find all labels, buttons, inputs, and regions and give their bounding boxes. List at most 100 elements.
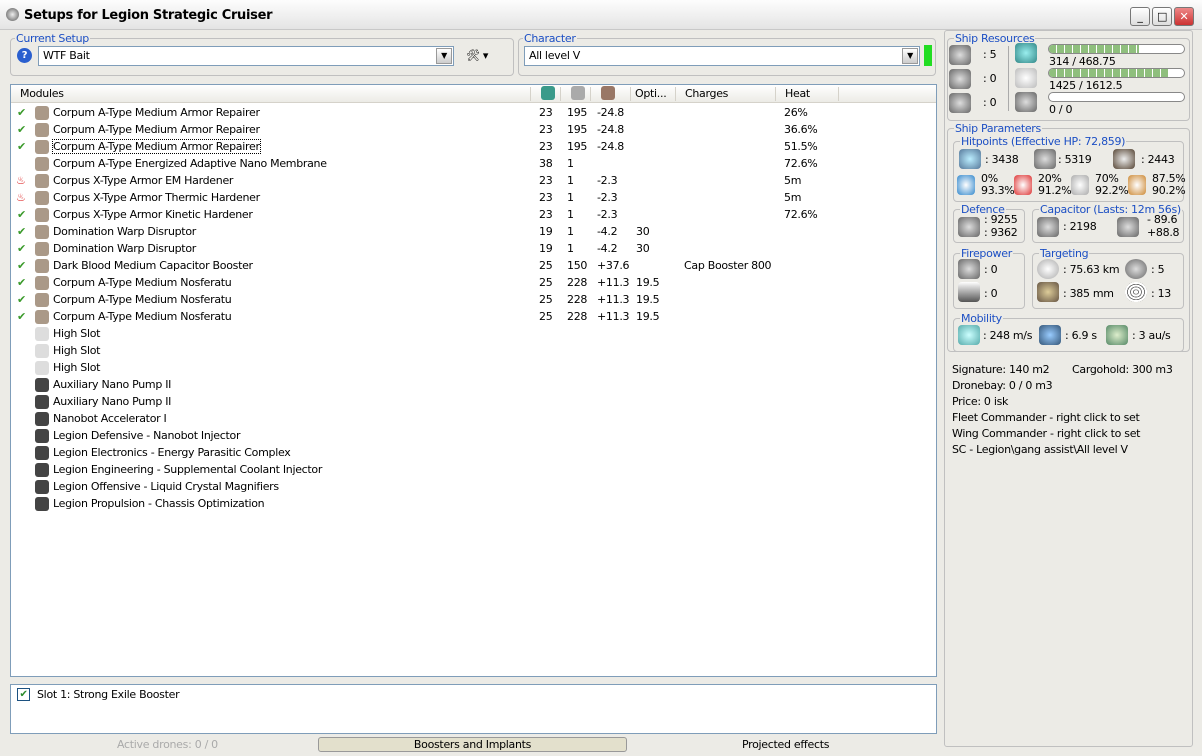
- module-row[interactable]: ♨ Corpus X-Type Armor EM Hardener 23 1 -2.3 5…: [11, 172, 936, 189]
- module-name: Nanobot Accelerator I: [53, 412, 167, 425]
- overheat-icon[interactable]: ♨: [16, 191, 26, 204]
- modules-list[interactable]: Modules Opti... Charges Heat ✔ Corpum A-T…: [10, 84, 937, 677]
- module-opt: 30: [636, 225, 650, 238]
- tab-active-drones[interactable]: Active drones: 0 / 0: [117, 738, 218, 751]
- module-name: Legion Electronics - Energy Parasitic Co…: [53, 446, 291, 459]
- module-icon: [35, 242, 49, 256]
- thermal-resist-icon: [1014, 175, 1032, 195]
- rig-count: : 0: [983, 96, 997, 109]
- turret-count: : 5: [983, 48, 997, 61]
- module-icon: [35, 191, 49, 205]
- module-name: Domination Warp Disruptor: [53, 242, 196, 255]
- module-icon: [35, 395, 49, 409]
- module-pg: 150: [567, 259, 588, 272]
- module-icon: [35, 344, 49, 358]
- warp-speed: : 3 au/s: [1132, 329, 1171, 342]
- booster-checkbox[interactable]: ✔: [17, 688, 30, 701]
- module-row[interactable]: High Slot: [11, 342, 936, 359]
- powergrid-icon: [1015, 68, 1037, 88]
- module-row[interactable]: ✔ Domination Warp Disruptor 19 1 -4.2 30: [11, 240, 936, 257]
- tab-boosters-implants[interactable]: Boosters and Implants: [318, 737, 627, 752]
- module-row[interactable]: ✔ Corpum A-Type Medium Armor Repairer 23 19…: [11, 138, 936, 155]
- explosive-resist-icon: [1128, 175, 1146, 195]
- maximize-button[interactable]: □: [1152, 7, 1172, 26]
- module-row[interactable]: ♨ Corpus X-Type Armor Thermic Hardener 23 1…: [11, 189, 936, 206]
- module-row[interactable]: Legion Electronics - Energy Parasitic Co…: [11, 444, 936, 461]
- setup-select[interactable]: WTF Bait ▼: [38, 46, 454, 66]
- ship-menu-button[interactable]: 🛠 ▾: [466, 49, 488, 62]
- header-cpu[interactable]: [531, 86, 561, 101]
- module-row[interactable]: ✔ Corpum A-Type Medium Nosferatu 25 228 +11.…: [11, 308, 936, 325]
- online-check-icon[interactable]: ✔: [17, 242, 26, 255]
- header-heat[interactable]: Heat: [776, 87, 839, 101]
- module-row[interactable]: Legion Propulsion - Chassis Optimization: [11, 495, 936, 512]
- wing-commander[interactable]: Wing Commander - right click to set: [952, 427, 1141, 440]
- module-heat: 26%: [784, 106, 808, 119]
- powergrid-value: 1425 / 1612.5: [1049, 79, 1123, 92]
- sensor-strength: : 13: [1151, 287, 1171, 300]
- module-row[interactable]: Legion Engineering - Supplemental Coolan…: [11, 461, 936, 478]
- online-check-icon[interactable]: ✔: [17, 208, 26, 221]
- online-check-icon[interactable]: ✔: [17, 140, 26, 153]
- online-check-icon[interactable]: ✔: [17, 276, 26, 289]
- online-check-icon[interactable]: ✔: [17, 225, 26, 238]
- module-row[interactable]: ✔ Domination Warp Disruptor 19 1 -4.2 30: [11, 223, 936, 240]
- module-row[interactable]: High Slot: [11, 359, 936, 376]
- module-row[interactable]: ✔ Corpum A-Type Medium Armor Repairer 23 19…: [11, 121, 936, 138]
- module-heat: 5m: [784, 191, 802, 204]
- header-modules[interactable]: Modules: [11, 87, 531, 101]
- armor-icon: [1034, 149, 1056, 169]
- header-capacitor[interactable]: [591, 86, 631, 101]
- module-pg: 1: [567, 225, 574, 238]
- module-name: Dark Blood Medium Capacitor Booster: [53, 259, 253, 272]
- module-row[interactable]: ✔ Corpum A-Type Medium Armor Repairer 23 19…: [11, 104, 936, 121]
- module-name: Corpum A-Type Energized Adaptive Nano Me…: [53, 157, 327, 170]
- online-check-icon[interactable]: ✔: [17, 123, 26, 136]
- module-row[interactable]: Auxiliary Nano Pump II: [11, 376, 936, 393]
- online-check-icon[interactable]: ✔: [17, 259, 26, 272]
- cpu-bar: [1048, 44, 1185, 54]
- module-icon: [35, 174, 49, 188]
- overheat-icon[interactable]: ♨: [16, 174, 26, 187]
- capacitor-icon: [1037, 217, 1059, 237]
- module-row[interactable]: Corpum A-Type Energized Adaptive Nano Me…: [11, 155, 936, 172]
- module-row[interactable]: Nanobot Accelerator I: [11, 410, 936, 427]
- close-button[interactable]: ✕: [1174, 7, 1194, 26]
- module-heat: 72.6%: [784, 208, 818, 221]
- module-pg: 228: [567, 293, 588, 306]
- calibration-value: 0 / 0: [1049, 103, 1073, 116]
- fleet-commander[interactable]: Fleet Commander - right click to set: [952, 411, 1140, 424]
- turret-hardpoint-icon: [949, 45, 971, 65]
- header-optimal[interactable]: Opti...: [631, 87, 676, 101]
- defence-value-2: : 9362: [984, 226, 1018, 239]
- module-row[interactable]: Auxiliary Nano Pump II: [11, 393, 936, 410]
- character-select[interactable]: All level V ▼: [524, 46, 920, 66]
- chevron-down-icon[interactable]: ▼: [902, 48, 918, 64]
- module-icon: [35, 310, 49, 324]
- module-row[interactable]: ✔ Corpum A-Type Medium Nosferatu 25 228 +11.…: [11, 274, 936, 291]
- module-row[interactable]: Legion Offensive - Liquid Crystal Magnif…: [11, 478, 936, 495]
- squad-commander[interactable]: SC - Legion\gang assist\All level V: [952, 443, 1128, 456]
- ship-parameters-label: Ship Parameters: [954, 122, 1042, 135]
- module-row[interactable]: ✔ Dark Blood Medium Capacitor Booster 25 15…: [11, 257, 936, 274]
- chevron-down-icon[interactable]: ▼: [436, 48, 452, 64]
- header-charges[interactable]: Charges: [676, 87, 776, 101]
- help-icon[interactable]: ?: [17, 48, 32, 63]
- module-pg: 195: [567, 106, 588, 119]
- online-check-icon[interactable]: ✔: [17, 106, 26, 119]
- online-check-icon[interactable]: ✔: [17, 310, 26, 323]
- tab-projected-effects[interactable]: Projected effects: [742, 738, 829, 751]
- minimize-button[interactable]: _: [1130, 7, 1150, 26]
- module-cap: -24.8: [597, 140, 624, 153]
- module-row[interactable]: Legion Defensive - Nanobot Injector: [11, 427, 936, 444]
- module-row[interactable]: High Slot: [11, 325, 936, 342]
- module-icon: [35, 293, 49, 307]
- module-row[interactable]: ✔ Corpus X-Type Armor Kinetic Hardener 23 1…: [11, 206, 936, 223]
- online-check-icon[interactable]: ✔: [17, 293, 26, 306]
- ship-panel: Ship Resources : 5 : 0 : 0 314 / 468.75 …: [944, 30, 1193, 747]
- module-cap: +11.3: [597, 293, 630, 306]
- capacitor-usage: - 89.6: [1147, 213, 1178, 226]
- module-heat: 5m: [784, 174, 802, 187]
- module-row[interactable]: ✔ Corpum A-Type Medium Nosferatu 25 228 +11.…: [11, 291, 936, 308]
- header-powergrid[interactable]: [561, 86, 591, 101]
